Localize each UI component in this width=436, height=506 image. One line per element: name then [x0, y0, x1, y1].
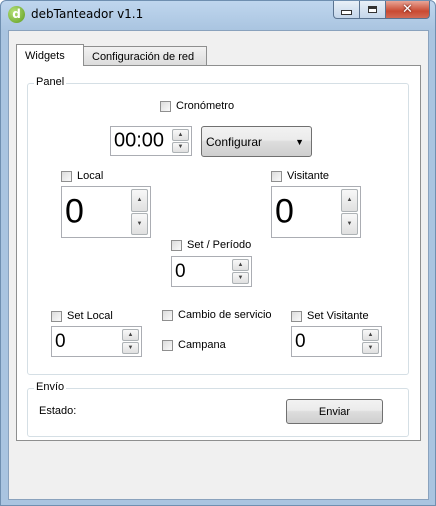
local-checkbox[interactable]: Local	[61, 170, 103, 182]
local-up-button[interactable]: ▲	[131, 189, 148, 212]
visitante-down-button[interactable]: ▼	[341, 212, 358, 235]
envio-group: Envío Estado: Enviar	[27, 381, 409, 437]
cronometro-checkbox[interactable]: Cronómetro	[160, 100, 234, 112]
spin-down-icon: ▼	[177, 144, 184, 151]
set-periodo-checkbox[interactable]: Set / Período	[171, 239, 251, 251]
cronometro-spin-buttons: ▲ ▼	[172, 129, 189, 153]
window-title: debTanteador v1.1	[31, 7, 144, 21]
enviar-button[interactable]: Enviar	[286, 399, 383, 424]
set-visitante-up-button[interactable]: ▲	[362, 329, 379, 341]
visitante-checkbox-box[interactable]	[271, 170, 282, 182]
visitante-checkbox[interactable]: Visitante	[271, 170, 329, 182]
configurar-value: Configurar	[206, 134, 263, 149]
set-visitante-spin-buttons: ▲ ▼	[362, 329, 379, 354]
set-visitante-label: Set Visitante	[307, 310, 369, 322]
set-visitante-input[interactable]: 0 ▲ ▼	[291, 326, 382, 357]
visitante-up-button[interactable]: ▲	[341, 189, 358, 212]
spin-up-icon: ▲	[127, 332, 134, 338]
panel-group-title: Panel	[34, 76, 67, 88]
set-local-checkbox[interactable]: Set Local	[51, 310, 113, 322]
app-icon: d	[8, 6, 25, 23]
set-local-label: Set Local	[67, 310, 113, 322]
maximize-icon	[368, 6, 377, 13]
set-periodo-spin-buttons: ▲ ▼	[232, 259, 249, 284]
cronometro-up-button[interactable]: ▲	[172, 129, 189, 141]
tab-widgets-label: Widgets	[25, 50, 65, 62]
visitante-label: Visitante	[287, 170, 329, 182]
tab-widgets[interactable]: Widgets	[16, 44, 84, 66]
spin-up-icon: ▲	[177, 131, 184, 138]
widgets-tab-panel: Panel Cronómetro 00:00 ▲ ▼ Configurar ▼	[16, 65, 421, 441]
set-local-spin-buttons: ▲ ▼	[122, 329, 139, 354]
cambio-servicio-label: Cambio de servicio	[178, 309, 272, 321]
set-periodo-checkbox-box[interactable]	[171, 239, 182, 251]
minimize-icon	[341, 10, 352, 15]
set-periodo-value: 0	[175, 260, 186, 282]
close-button[interactable]: ✕	[386, 1, 430, 19]
configurar-dropdown[interactable]: Configurar ▼	[201, 126, 312, 157]
campana-checkbox-box[interactable]	[162, 339, 173, 351]
set-local-checkbox-box[interactable]	[51, 310, 62, 322]
local-checkbox-box[interactable]	[61, 170, 72, 182]
cronometro-time-input[interactable]: 00:00 ▲ ▼	[110, 126, 192, 156]
cronometro-down-button[interactable]: ▼	[172, 141, 189, 153]
spin-down-icon: ▼	[367, 345, 374, 351]
window-controls: ✕	[333, 1, 430, 20]
spin-down-icon: ▼	[237, 275, 244, 281]
cambio-servicio-checkbox[interactable]: Cambio de servicio	[162, 309, 272, 321]
set-periodo-input[interactable]: 0 ▲ ▼	[171, 256, 252, 287]
set-local-up-button[interactable]: ▲	[122, 329, 139, 341]
spin-down-icon: ▼	[136, 220, 143, 227]
client-area: Widgets Configuración de red Panel Cronó…	[8, 30, 429, 500]
cronometro-checkbox-box[interactable]	[160, 100, 171, 112]
spin-down-icon: ▼	[127, 345, 134, 351]
enviar-button-label: Enviar	[318, 405, 351, 418]
local-spin-buttons: ▲ ▼	[131, 189, 148, 235]
set-visitante-down-button[interactable]: ▼	[362, 342, 379, 354]
estado-label: Estado:	[39, 405, 77, 417]
tab-configuracion-de-red[interactable]: Configuración de red	[83, 46, 207, 65]
set-local-value: 0	[55, 330, 66, 352]
cronometro-time-value: 00:00	[114, 129, 165, 152]
spin-up-icon: ▲	[346, 197, 353, 204]
spin-down-icon: ▼	[346, 220, 353, 227]
local-score-value: 0	[65, 192, 84, 231]
local-down-button[interactable]: ▼	[131, 212, 148, 235]
app-window: d debTanteador v1.1 ✕ Widgets Configurac…	[0, 0, 436, 506]
close-icon: ✕	[402, 2, 413, 17]
spin-up-icon: ▲	[136, 197, 143, 204]
set-local-down-button[interactable]: ▼	[122, 342, 139, 354]
campana-label: Campana	[178, 339, 226, 351]
spin-up-icon: ▲	[237, 262, 244, 268]
chevron-down-icon: ▼	[295, 136, 304, 147]
spin-up-icon: ▲	[367, 332, 374, 338]
set-periodo-up-button[interactable]: ▲	[232, 259, 249, 271]
title-bar[interactable]: d debTanteador v1.1 ✕	[1, 1, 435, 29]
set-local-input[interactable]: 0 ▲ ▼	[51, 326, 142, 357]
set-visitante-value: 0	[295, 330, 306, 352]
set-visitante-checkbox[interactable]: Set Visitante	[291, 310, 369, 322]
set-periodo-label: Set / Período	[187, 239, 252, 251]
cambio-servicio-checkbox-box[interactable]	[162, 309, 173, 321]
local-score-input[interactable]: 0 ▲ ▼	[61, 186, 151, 238]
visitante-spin-buttons: ▲ ▼	[341, 189, 358, 235]
minimize-button[interactable]	[333, 1, 360, 19]
envio-group-title: Envío	[34, 381, 67, 393]
maximize-button[interactable]	[360, 1, 386, 19]
visitante-score-input[interactable]: 0 ▲ ▼	[271, 186, 361, 238]
tab-configuracion-de-red-label: Configuración de red	[92, 51, 195, 63]
visitante-score-value: 0	[275, 192, 294, 231]
cronometro-label: Cronómetro	[176, 100, 235, 112]
set-visitante-checkbox-box[interactable]	[291, 310, 302, 322]
local-label: Local	[77, 170, 104, 182]
set-periodo-down-button[interactable]: ▼	[232, 272, 249, 284]
campana-checkbox[interactable]: Campana	[162, 339, 226, 351]
panel-group: Panel Cronómetro 00:00 ▲ ▼ Configurar ▼	[27, 76, 409, 375]
